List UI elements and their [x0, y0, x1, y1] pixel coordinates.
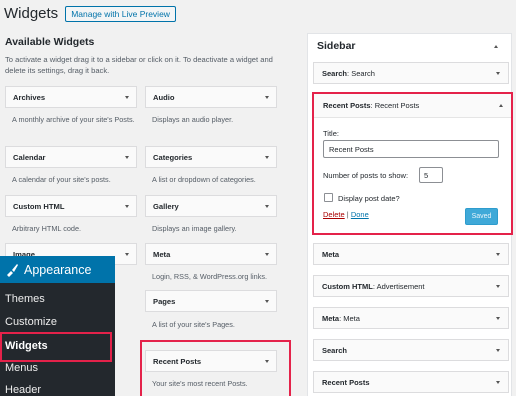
widget-type: Meta — [322, 249, 340, 259]
admin-menu: Appearance Themes Customize Menus Header — [0, 256, 115, 396]
menu-item-themes[interactable]: Themes — [5, 293, 45, 305]
widget-name: Gallery — [153, 201, 179, 211]
chevron-up-icon[interactable] — [494, 45, 498, 48]
sidebar-title: Sidebar — [317, 40, 356, 52]
widget-name: Calendar — [13, 152, 46, 162]
widget-type: Search — [322, 68, 348, 78]
widget-description: A monthly archive of your site's Posts. — [12, 115, 135, 124]
widget-description: Arbitrary HTML code. — [12, 224, 82, 233]
chevron-down-icon[interactable] — [265, 95, 269, 99]
chevron-up-icon[interactable] — [499, 104, 503, 107]
done-link[interactable]: Done — [351, 210, 369, 219]
chevron-down-icon[interactable] — [265, 155, 269, 159]
chevron-down-icon[interactable] — [496, 71, 500, 75]
menu-item-widgets[interactable]: Widgets — [0, 332, 112, 362]
widget-description: Displays an image gallery. — [152, 224, 237, 233]
widget-gallery[interactable]: Gallery — [145, 195, 277, 217]
link-separator: | — [346, 210, 349, 219]
chevron-down-icon[interactable] — [265, 252, 269, 256]
menu-item-label: Widgets — [5, 340, 48, 352]
widget-name: Pages — [153, 296, 176, 306]
chevron-down-icon[interactable] — [496, 380, 500, 384]
widget-type: Recent Posts — [322, 377, 370, 387]
sidebar-widget-custom-html[interactable]: Custom HTML: Advertisement — [313, 275, 509, 297]
manage-live-preview-button[interactable]: Manage with Live Preview — [65, 5, 176, 22]
menu-item-header[interactable]: Header — [5, 384, 41, 396]
widget-title: : Advertisement — [372, 281, 425, 291]
display-date-label: Display post date? — [338, 194, 400, 203]
available-widgets-title: Available Widgets — [5, 36, 95, 48]
widget-pages[interactable]: Pages — [145, 290, 277, 312]
widget-description: A list or dropdown of categories. — [152, 175, 256, 184]
widget-audio[interactable]: Audio — [145, 86, 277, 108]
title-input[interactable] — [323, 140, 499, 158]
menu-appearance[interactable]: Appearance — [0, 256, 115, 283]
chevron-down-icon[interactable] — [496, 284, 500, 288]
recent-posts-widget-form: Recent Posts: Recent Posts Title: Number… — [312, 92, 513, 235]
display-date-checkbox[interactable] — [324, 193, 333, 202]
delete-link[interactable]: Delete — [323, 210, 345, 219]
chevron-down-icon[interactable] — [496, 316, 500, 320]
number-of-posts-label: Number of posts to show: — [323, 171, 409, 180]
menu-item-customize[interactable]: Customize — [5, 316, 57, 328]
sidebar-widget-search-2[interactable]: Search — [313, 339, 509, 361]
widget-description: Displays an audio player. — [152, 115, 234, 124]
widget-type: Custom HTML — [322, 281, 373, 291]
chevron-down-icon[interactable] — [125, 155, 129, 159]
widget-type: Search — [322, 345, 348, 355]
page-header: Widgets Manage with Live Preview — [4, 5, 176, 22]
widget-calendar[interactable]: Calendar — [5, 146, 137, 168]
sidebar-widget-recent-posts[interactable]: Recent Posts — [313, 371, 509, 393]
widget-name: Custom HTML — [13, 201, 65, 211]
widget-title: : Recent Posts — [370, 101, 420, 110]
chevron-down-icon[interactable] — [125, 252, 129, 256]
available-widgets-description: To activate a widget drag it to a sideba… — [5, 55, 273, 75]
widget-custom-html[interactable]: Custom HTML — [5, 195, 137, 217]
widget-title: : Meta — [339, 313, 360, 323]
widget-description: Login, RSS, & WordPress.org links. — [152, 272, 268, 281]
chevron-down-icon[interactable] — [496, 348, 500, 352]
number-of-posts-input[interactable] — [419, 167, 443, 183]
chevron-down-icon[interactable] — [265, 299, 269, 303]
widget-actions: Delete | Done — [323, 210, 369, 219]
widget-title: : Search — [347, 68, 375, 78]
sidebar-widget-meta[interactable]: Meta — [313, 243, 509, 265]
widget-name: Categories — [153, 152, 193, 162]
sidebar-widget-meta-2[interactable]: Meta: Meta — [313, 307, 509, 329]
widget-archives[interactable]: Archives — [5, 86, 137, 108]
recent-posts-widget-header[interactable]: Recent Posts: Recent Posts — [314, 94, 511, 118]
sidebar-widget-search[interactable]: Search: Search — [313, 62, 509, 84]
title-label: Title: — [323, 129, 339, 138]
chevron-down-icon[interactable] — [496, 252, 500, 256]
widget-name: Audio — [153, 92, 175, 102]
widget-name: Meta — [153, 249, 171, 259]
save-button[interactable]: Saved — [465, 208, 498, 225]
widget-categories[interactable]: Categories — [145, 146, 277, 168]
widget-name: Archives — [13, 92, 46, 102]
widget-description: A list of your site's Pages. — [152, 320, 235, 329]
widget-meta[interactable]: Meta — [145, 243, 277, 265]
page-title: Widgets — [4, 5, 59, 22]
paintbrush-icon — [7, 263, 18, 277]
widget-type: Recent Posts — [323, 101, 371, 110]
widget-type: Meta — [322, 313, 340, 323]
chevron-down-icon[interactable] — [265, 204, 269, 208]
chevron-down-icon[interactable] — [125, 204, 129, 208]
widget-description: A calendar of your site's posts. — [12, 175, 111, 184]
menu-item-menus[interactable]: Menus — [5, 362, 38, 374]
menu-section-label: Appearance — [24, 262, 92, 277]
chevron-down-icon[interactable] — [125, 95, 129, 99]
highlight-box — [140, 340, 291, 396]
